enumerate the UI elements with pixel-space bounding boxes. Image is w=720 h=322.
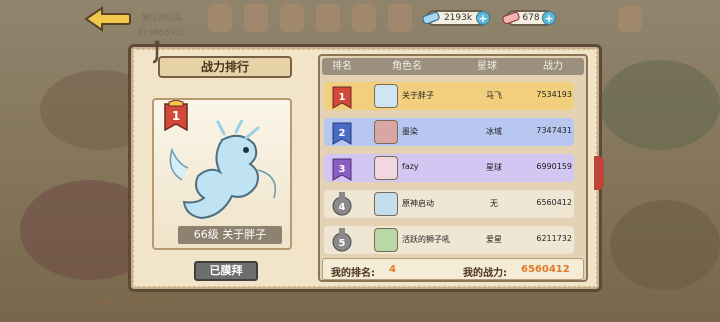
table-row[interactable]: 1 关于胖子 马飞 7534193 bbox=[324, 82, 574, 110]
svg-text:5: 5 bbox=[339, 238, 346, 249]
player-name: fazy bbox=[402, 162, 419, 171]
crystal-icon bbox=[422, 12, 440, 24]
avatar bbox=[374, 228, 398, 252]
player-name: 果冻的仙岛 bbox=[142, 13, 182, 22]
menu-icon[interactable] bbox=[244, 4, 268, 32]
my-ranking-footer: 我的排名: 4 我的战力: 6560412 bbox=[322, 258, 584, 280]
table-header: 排名 角色名 星球 战力 bbox=[322, 58, 584, 75]
menu-icon[interactable] bbox=[280, 4, 304, 32]
player-name: 关于胖子 bbox=[402, 91, 434, 100]
header-planet: 星球 bbox=[477, 61, 497, 72]
avatar bbox=[374, 156, 398, 180]
rank-2-ribbon-icon: 2 bbox=[332, 122, 352, 145]
rank-5-medal-icon: 5 bbox=[332, 228, 352, 252]
back-arrow-icon[interactable] bbox=[84, 6, 132, 32]
rank-3-ribbon-icon: 3 bbox=[332, 158, 352, 181]
svg-text:2: 2 bbox=[339, 128, 346, 139]
player-power: 6211732 bbox=[536, 234, 572, 243]
rank-1-ribbon-icon: 1 bbox=[332, 86, 352, 109]
player-power: 7534193 bbox=[536, 90, 572, 99]
add-resource-button[interactable]: + bbox=[542, 11, 556, 25]
table-row[interactable]: 3 fazy 星球 6990159 bbox=[324, 154, 574, 182]
menu-icon[interactable] bbox=[316, 4, 340, 32]
player-planet: 爱星 bbox=[486, 235, 502, 244]
avatar bbox=[374, 120, 398, 144]
header-name: 角色名 bbox=[392, 61, 422, 72]
player-planet: 冰域 bbox=[486, 127, 502, 136]
player-power: 6560412 bbox=[536, 198, 572, 207]
menu-icon[interactable] bbox=[388, 4, 412, 32]
header-rank: 排名 bbox=[332, 61, 352, 72]
dragon-character-icon bbox=[169, 120, 276, 220]
rank-4-medal-icon: 4 bbox=[332, 192, 352, 216]
avatar bbox=[374, 84, 398, 108]
resource-counter-2: 678 + bbox=[502, 10, 556, 26]
chat-message[interactable]: 好多神秘 · 本来的大佬一起玩…… bbox=[84, 297, 204, 308]
resource-value-1: 2193k bbox=[443, 13, 473, 23]
resource-value-2: 678 bbox=[522, 13, 540, 23]
panel-title: 战力排行 bbox=[158, 56, 292, 78]
avatar bbox=[374, 192, 398, 216]
featured-name: 66级 关于胖子 bbox=[178, 226, 282, 244]
my-rank-value: 4 bbox=[389, 264, 396, 275]
table-row[interactable]: 4 原神启动 无 6560412 bbox=[324, 190, 574, 218]
svg-text:4: 4 bbox=[339, 202, 346, 213]
player-name: 原神启动 bbox=[402, 199, 434, 208]
player-name: 墨染 bbox=[402, 127, 418, 136]
player-planet: 无 bbox=[490, 199, 498, 208]
worship-button[interactable]: 已膜拜 bbox=[194, 261, 258, 281]
resource-counter-1: 2193k + bbox=[422, 10, 490, 26]
player-power: 6990159 bbox=[536, 162, 572, 171]
menu-icon[interactable] bbox=[352, 4, 376, 32]
svg-text:3: 3 bbox=[339, 164, 346, 175]
header-power: 战力 bbox=[543, 61, 563, 72]
svg-text:1: 1 bbox=[339, 92, 346, 103]
my-power-label: 我的战力: bbox=[463, 268, 507, 279]
my-power-value: 6560412 bbox=[521, 264, 570, 275]
player-planet: 马飞 bbox=[486, 91, 502, 100]
top-bar: 果冻的仙岛 ID:9856931 2193k + 678 + bbox=[0, 0, 720, 38]
table-row[interactable]: 5 活跃的狮子吼 爱星 6211732 bbox=[324, 226, 574, 254]
crystal-icon bbox=[502, 12, 520, 24]
player-id: ID:9856931 bbox=[138, 28, 185, 37]
menu-icon[interactable] bbox=[208, 4, 232, 32]
add-resource-button[interactable]: + bbox=[476, 11, 490, 25]
side-tab[interactable] bbox=[594, 156, 604, 190]
player-name: 活跃的狮子吼 bbox=[402, 235, 450, 244]
table-row[interactable]: 2 墨染 冰域 7347431 bbox=[324, 118, 574, 146]
top-menu-icons bbox=[208, 4, 412, 32]
player-planet: 星球 bbox=[486, 163, 502, 172]
my-rank-label: 我的排名: bbox=[331, 268, 375, 279]
mail-icon[interactable] bbox=[618, 6, 642, 32]
player-power: 7347431 bbox=[536, 126, 572, 135]
